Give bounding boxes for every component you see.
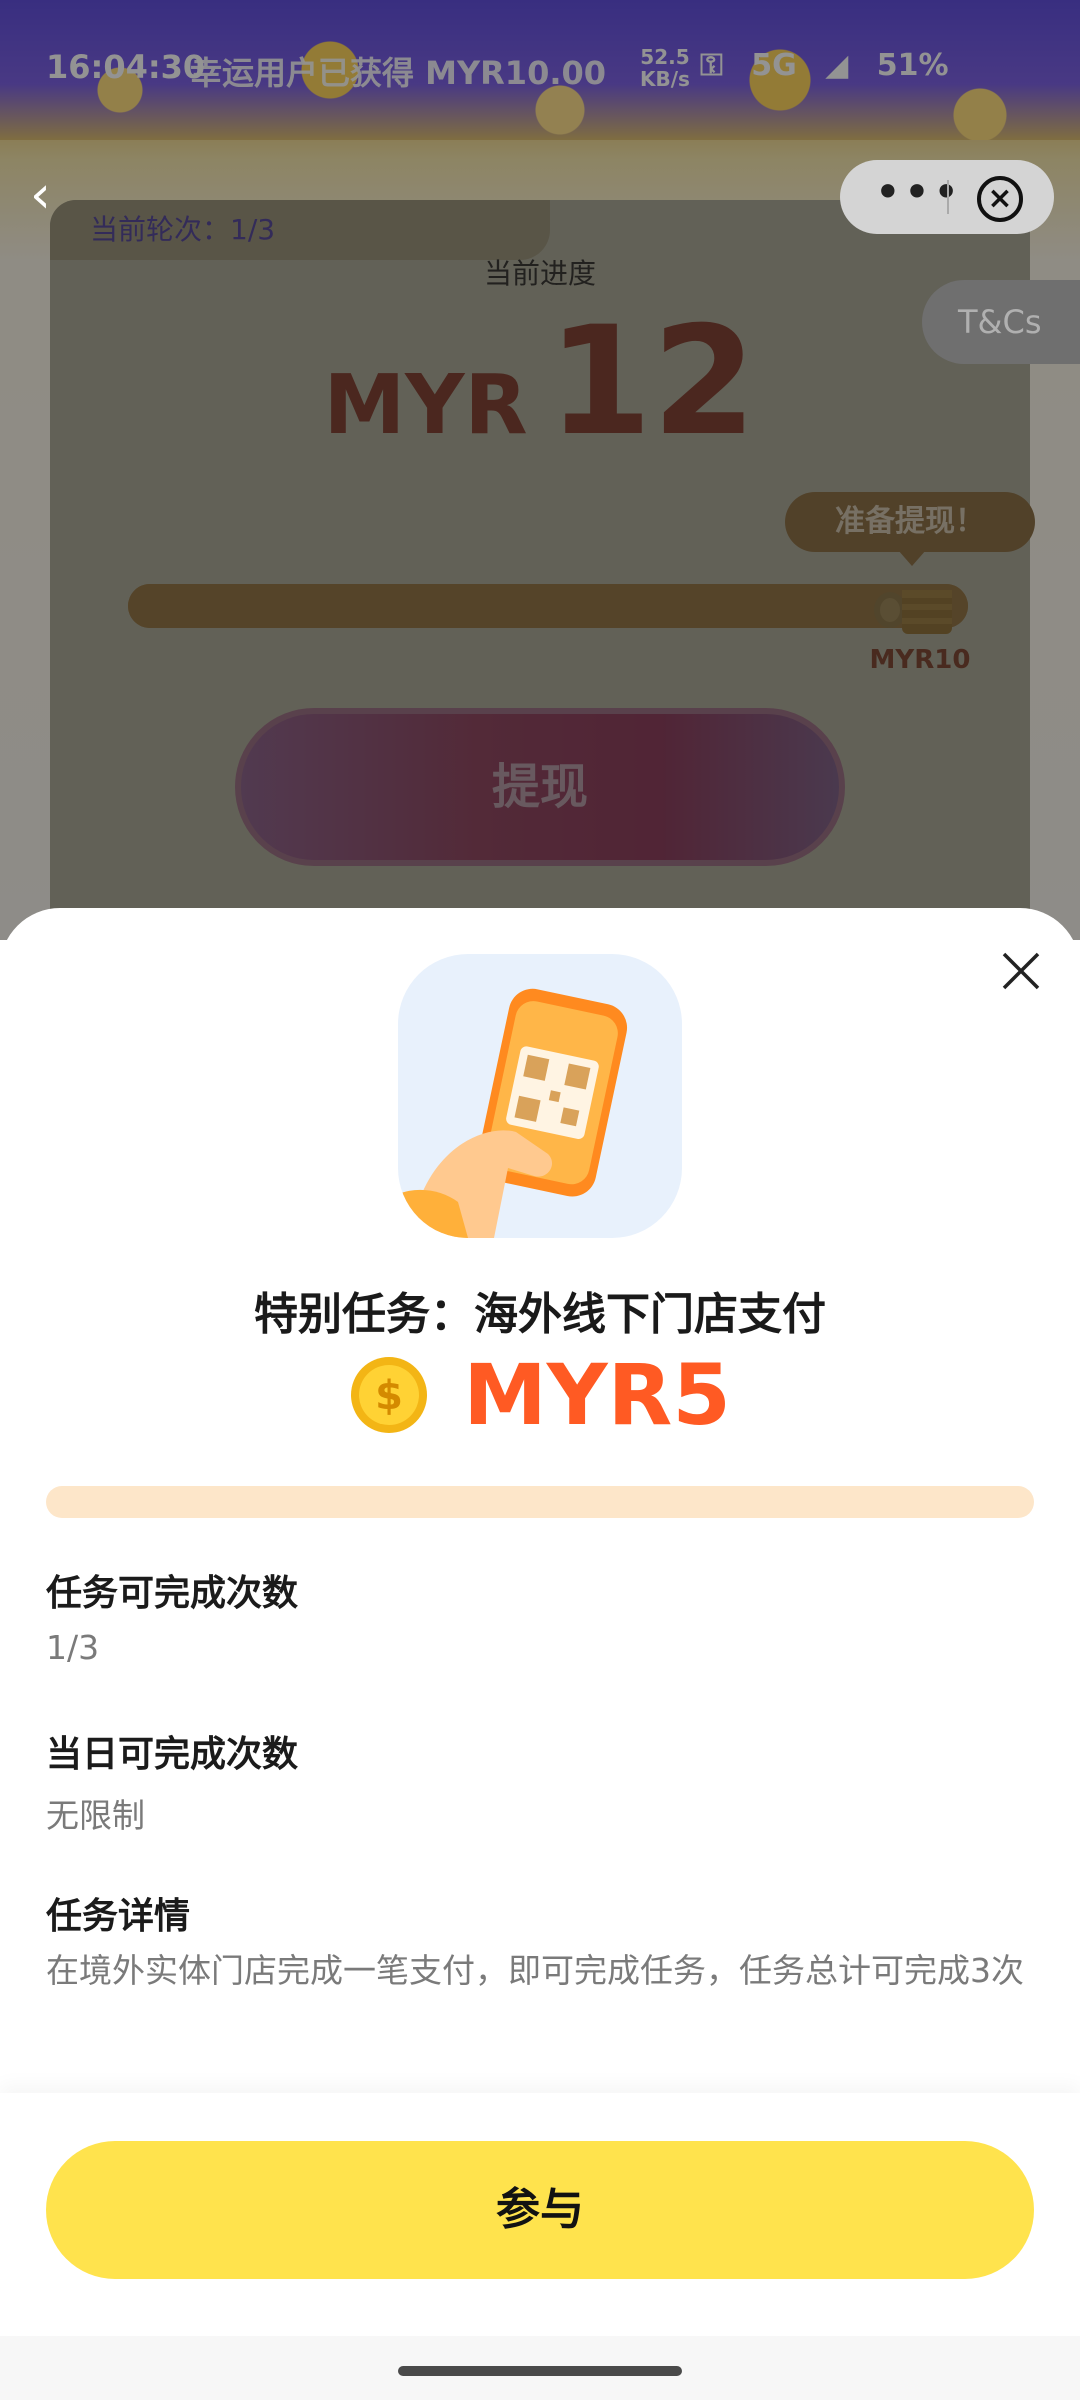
dim-overlay[interactable] (0, 0, 1080, 940)
svg-text:$: $ (375, 1373, 403, 1419)
join-button[interactable]: 参与 (46, 2141, 1034, 2279)
mini-program-capsule: ••• × (840, 160, 1054, 234)
back-icon[interactable]: ‹ (30, 169, 80, 221)
phone-scan-icon (398, 954, 682, 1238)
navigation-bar (0, 2336, 1080, 2400)
home-indicator[interactable] (398, 2366, 682, 2376)
task-bottom-sheet: 特别任务：海外线下门店支付 $ MYR5 任务可完成次数 1/3 当日可完成次数… (0, 908, 1080, 2400)
coin-icon: $ (351, 1357, 428, 1433)
info-label-daily: 当日可完成次数 (46, 1734, 299, 1775)
task-progress-bar (46, 1486, 1034, 1518)
reward-row: $ MYR5 (0, 1346, 1080, 1456)
close-circle-icon[interactable]: × (977, 176, 1023, 222)
close-icon[interactable] (998, 948, 1044, 994)
info-value-details: 在境外实体门店完成一笔支付，即可完成任务，任务总计可完成3次 (46, 1951, 1024, 1990)
tnc-button[interactable]: T&Cs (922, 280, 1080, 364)
capsule-divider (947, 180, 949, 214)
info-label-details: 任务详情 (46, 1896, 191, 1937)
info-value-total: 1/3 (46, 1628, 100, 1667)
info-value-daily: 无限制 (46, 1796, 145, 1835)
reward-amount: MYR5 (463, 1346, 731, 1444)
more-icon[interactable]: ••• (870, 169, 966, 222)
info-label-total: 任务可完成次数 (46, 1573, 299, 1614)
task-title: 特别任务：海外线下门店支付 (254, 1289, 826, 1340)
